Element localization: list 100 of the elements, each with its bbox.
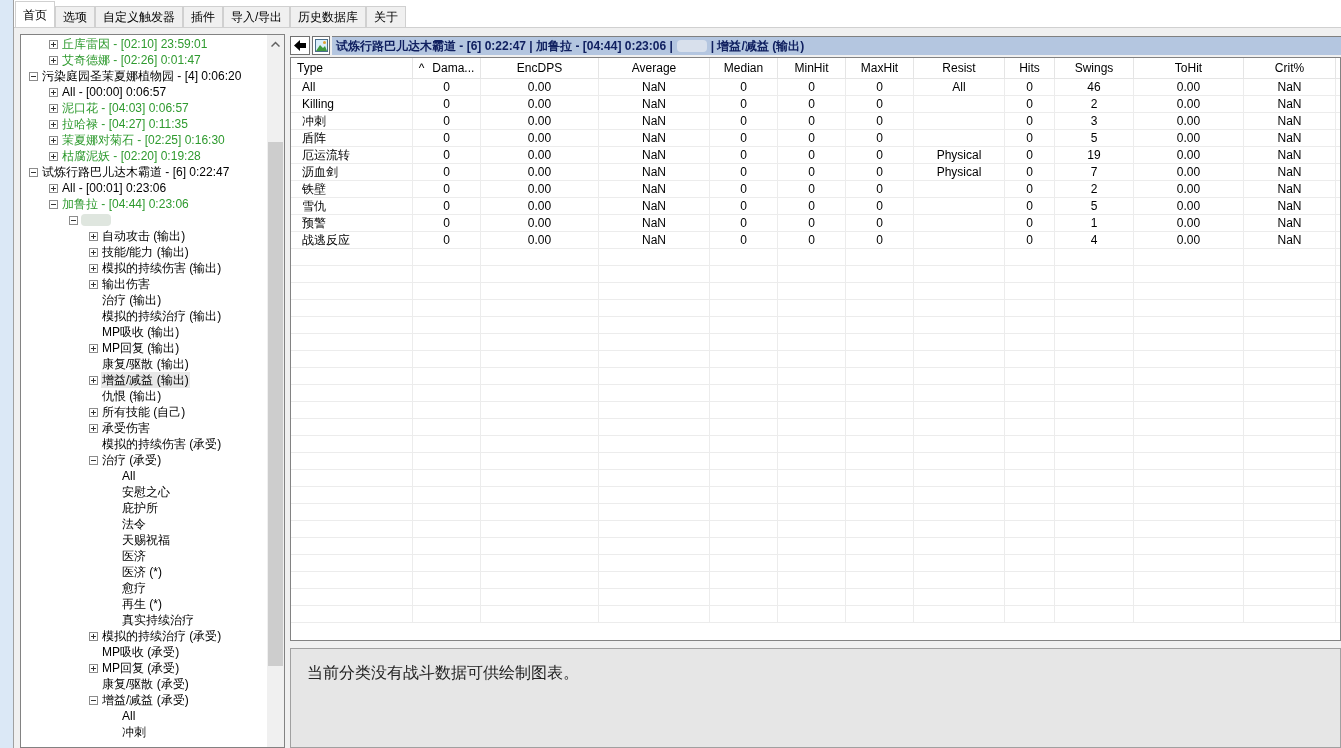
tree-item[interactable]: 泥口花 - [04:03] 0:06:57 (61, 100, 190, 116)
table-cell-text: 0 (740, 181, 747, 198)
tree-item[interactable]: 再生 (*) (121, 596, 163, 612)
scroll-up-icon[interactable] (271, 41, 280, 47)
tree-item[interactable]: 试炼行路巴儿达木霸道 - [6] 0:22:47 (41, 164, 231, 180)
tree-item[interactable]: 茉夏娜对菊石 - [02:25] 0:16:30 (61, 132, 226, 148)
column-header[interactable]: Average (599, 58, 710, 78)
tree-item[interactable]: 冲刺 (121, 724, 147, 740)
tree-item[interactable]: 增益/减益 (输出) (101, 372, 190, 388)
tree-item[interactable]: MP吸收 (承受) (101, 644, 181, 660)
tree-item[interactable]: MP回复 (承受) (101, 660, 181, 676)
tree-item[interactable]: 拉哈禄 - [04:27] 0:11:35 (61, 116, 189, 132)
expand-icon[interactable] (89, 423, 98, 433)
tree-item[interactable]: 仇恨 (输出) (101, 388, 163, 404)
tree-item[interactable]: All (121, 708, 137, 724)
tab[interactable]: 插件 (183, 6, 223, 27)
expand-icon[interactable] (89, 631, 98, 641)
expand-icon[interactable] (49, 103, 58, 113)
tree-item[interactable]: 技能/能力 (输出) (101, 244, 190, 260)
table-cell-text: NaN (1277, 79, 1302, 96)
expand-icon[interactable] (49, 151, 58, 161)
back-button[interactable] (290, 35, 310, 55)
tree-item[interactable]: 治疗 (输出) (101, 292, 163, 308)
column-header[interactable]: Resist (914, 58, 1005, 78)
expand-icon[interactable] (89, 375, 98, 385)
tab[interactable]: 选项 (55, 6, 95, 27)
expand-icon[interactable] (89, 263, 98, 273)
collapse-icon[interactable] (89, 695, 98, 705)
expand-icon[interactable] (89, 407, 98, 417)
table-cell-text: NaN (642, 181, 666, 198)
tree-item[interactable]: 模拟的持续伤害 (输出) (101, 260, 223, 276)
expand-icon[interactable] (49, 119, 58, 129)
tab[interactable]: 历史数据库 (290, 6, 367, 27)
table-cell-text: 0.00 (527, 164, 552, 181)
scrollbar[interactable] (267, 35, 284, 747)
tree-item[interactable]: 安慰之心 (121, 484, 171, 500)
tree-item[interactable]: 康复/驱散 (输出) (101, 356, 190, 372)
collapse-icon[interactable] (29, 167, 38, 177)
collapse-icon[interactable] (89, 455, 98, 465)
table-cell-text: 0.00 (527, 130, 552, 147)
expand-icon[interactable] (89, 663, 98, 673)
column-header[interactable]: MinHit (778, 58, 846, 78)
tree-item[interactable]: 真实持续治疗 (121, 612, 195, 628)
expand-icon[interactable] (89, 247, 98, 257)
expand-icon[interactable] (89, 279, 98, 289)
tab[interactable]: 首页 (15, 1, 55, 27)
column-header[interactable]: Swings (1055, 58, 1134, 78)
tab[interactable]: 导入/导出 (223, 6, 291, 27)
tree-item[interactable]: All - [00:01] 0:23:06 (61, 180, 168, 196)
collapse-icon[interactable] (49, 199, 58, 209)
expand-icon[interactable] (49, 55, 58, 65)
tab[interactable]: 关于 (366, 6, 407, 27)
tree-item[interactable]: 医济 (*) (121, 564, 163, 580)
table-cell-text: NaN (1277, 198, 1302, 215)
tree-item[interactable]: 枯腐泥妖 - [02:20] 0:19:28 (61, 148, 202, 164)
column-header[interactable]: MaxHit (846, 58, 914, 78)
column-header[interactable]: Crit% (1244, 58, 1336, 78)
tree-item[interactable]: All (121, 468, 137, 484)
tree-item[interactable]: 污染庭园圣茉夏娜植物园 - [4] 0:06:20 (41, 68, 243, 84)
expand-icon[interactable] (49, 87, 58, 97)
tree-item[interactable]: 模拟的持续伤害 (承受) (101, 436, 223, 452)
tree-item[interactable]: 艾奇德娜 - [02:26] 0:01:47 (61, 52, 202, 68)
expand-icon[interactable] (49, 183, 58, 193)
expand-icon[interactable] (89, 343, 98, 353)
table-cell-text: 0 (876, 215, 883, 232)
column-header[interactable]: ToHit (1134, 58, 1244, 78)
tree-item[interactable]: 增益/减益 (承受) (101, 692, 190, 708)
expand-icon[interactable] (89, 231, 98, 241)
tree-item[interactable]: 天赐祝福 (121, 532, 171, 548)
tab[interactable]: 自定义触发器 (95, 6, 183, 27)
tree-item[interactable]: 自动攻击 (输出) (101, 228, 187, 244)
tree-item[interactable]: MP回复 (输出) (101, 340, 181, 356)
tree-item[interactable]: 愈疗 (121, 580, 147, 596)
tree-item[interactable]: 加鲁拉 - [04:44] 0:23:06 (61, 196, 190, 212)
tree-item[interactable]: 输出伤害 (101, 276, 151, 292)
tree-item[interactable]: MP吸收 (输出) (101, 324, 181, 340)
column-header[interactable]: Median (710, 58, 778, 78)
tree-item[interactable]: 所有技能 (自己) (101, 404, 187, 420)
tree-item[interactable]: All - [00:00] 0:06:57 (61, 84, 168, 100)
column-header[interactable]: Hits (1005, 58, 1055, 78)
scrollbar-thumb[interactable] (268, 142, 283, 666)
expand-icon[interactable] (49, 135, 58, 145)
column-header[interactable]: EncDPS (481, 58, 599, 78)
tree-item[interactable]: 庇护所 (121, 500, 159, 516)
tree-item[interactable]: 模拟的持续治疗 (输出) (101, 308, 223, 324)
column-header[interactable]: ^ Dama... (413, 58, 481, 78)
tree-item[interactable]: 丘库雷因 - [02:10] 23:59:01 (61, 36, 209, 52)
column-header[interactable]: Type (291, 58, 413, 78)
collapse-icon[interactable] (29, 71, 38, 81)
table-cell-text: NaN (1277, 181, 1302, 198)
tree-item[interactable]: 康复/驱散 (承受) (101, 676, 190, 692)
tree-item[interactable]: 治疗 (承受) (101, 452, 163, 468)
tree-item[interactable]: 承受伤害 (101, 420, 151, 436)
table-cell-text: 0 (1026, 198, 1033, 215)
collapse-icon[interactable] (69, 215, 78, 225)
tree-item[interactable]: 法令 (121, 516, 147, 532)
image-button[interactable] (312, 35, 330, 55)
tree-item[interactable]: 模拟的持续治疗 (承受) (101, 628, 223, 644)
tree-item[interactable]: 医济 (121, 548, 147, 564)
expand-icon[interactable] (49, 39, 58, 49)
